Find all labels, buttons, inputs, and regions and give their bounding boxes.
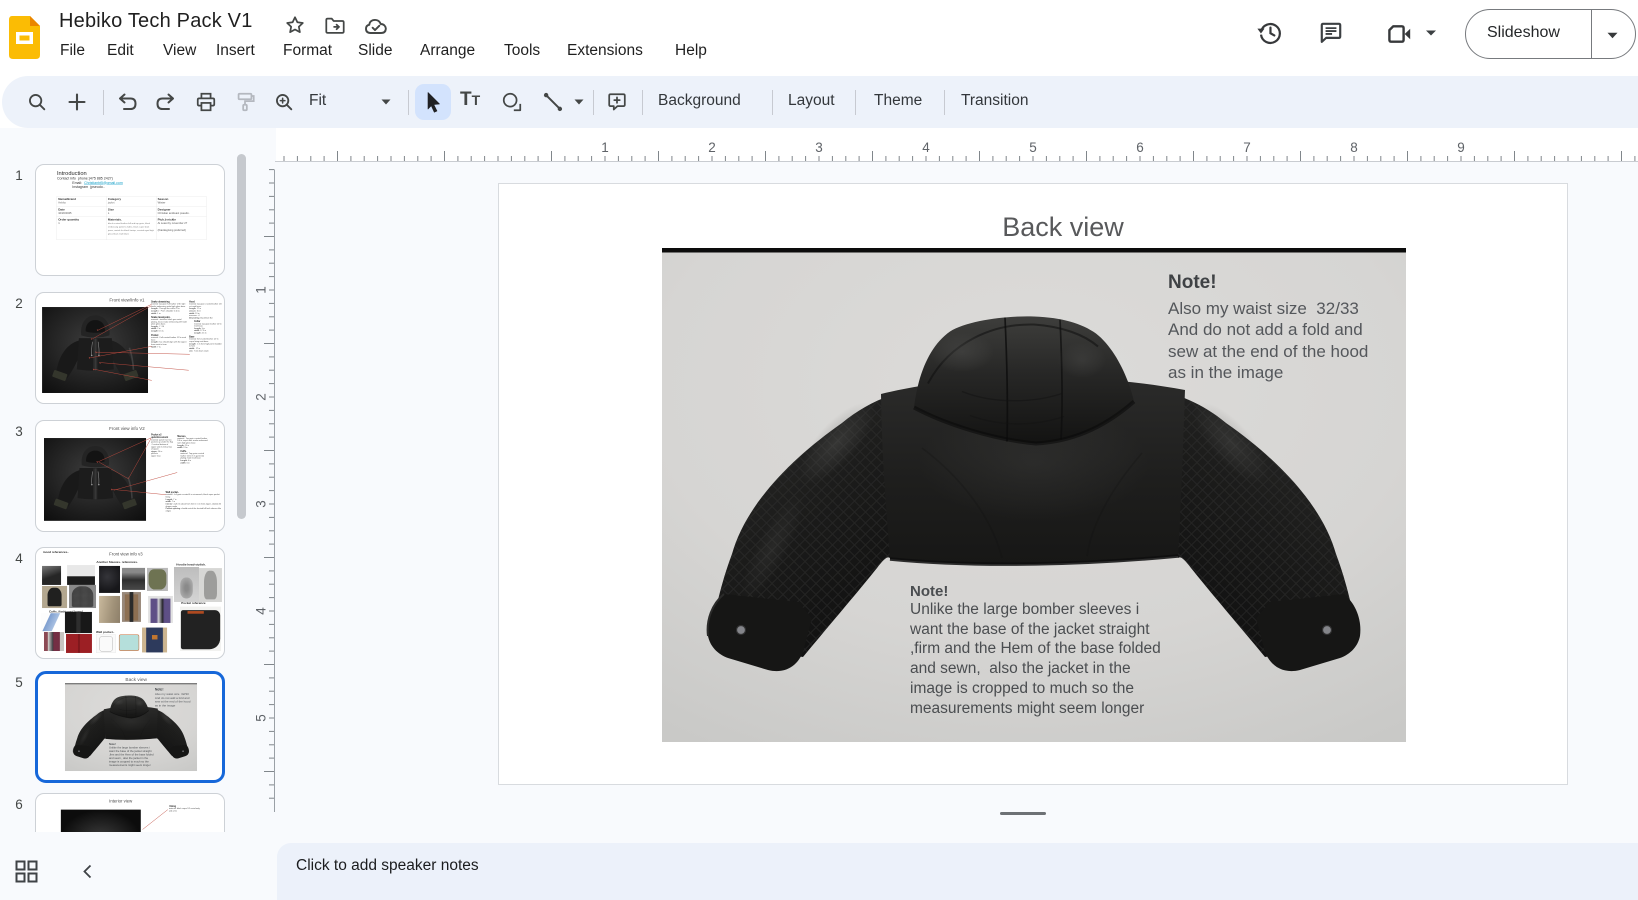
svg-text:2: 2 (254, 393, 269, 401)
svg-text:7: 7 (1243, 140, 1251, 155)
svg-text:4: 4 (922, 140, 930, 155)
svg-text:5: 5 (1029, 140, 1037, 155)
svg-text:2: 2 (708, 140, 716, 155)
svg-text:4: 4 (254, 607, 269, 615)
svg-text:3: 3 (254, 500, 269, 508)
svg-text:1: 1 (601, 140, 609, 155)
svg-text:1: 1 (254, 286, 269, 294)
svg-text:8: 8 (1350, 140, 1358, 155)
svg-text:3: 3 (815, 140, 823, 155)
svg-text:9: 9 (1457, 140, 1465, 155)
svg-text:6: 6 (1136, 140, 1144, 155)
svg-text:5: 5 (254, 714, 269, 722)
